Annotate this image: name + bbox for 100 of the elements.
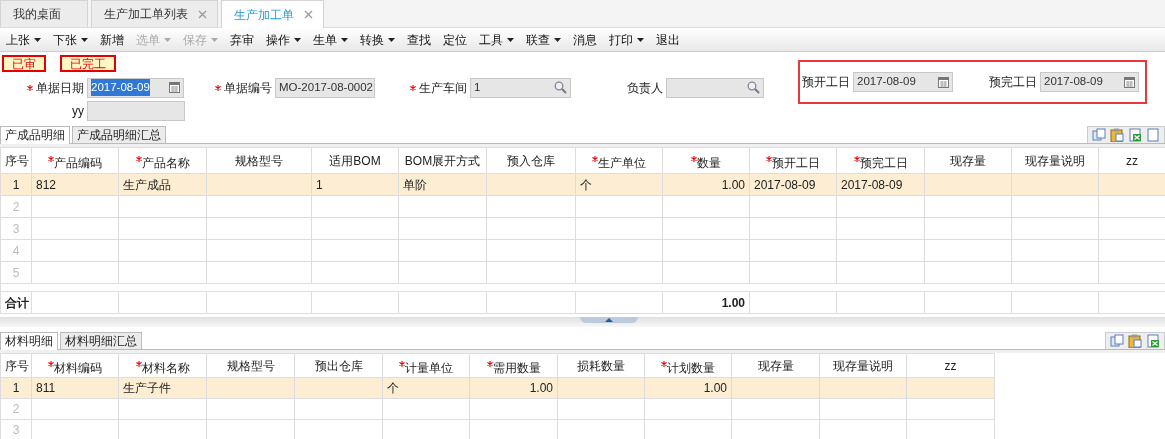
column-header: 预入仓库 — [507, 152, 555, 170]
row-number: 1 — [0, 173, 32, 196]
column-header: 现存量 — [757, 357, 794, 375]
total-label: 合计 — [0, 291, 32, 314]
search-icon — [747, 81, 760, 94]
caret-icon — [637, 37, 644, 42]
field-label: yy — [72, 102, 84, 120]
lookup-field[interactable] — [666, 77, 764, 98]
date-field[interactable]: 2017-08-09 — [87, 77, 184, 98]
field-label: 预开工日 — [802, 74, 850, 91]
close-icon — [304, 10, 313, 19]
row-number: 2 — [0, 398, 32, 420]
caret-icon — [388, 37, 395, 42]
caret-icon — [164, 37, 171, 42]
page-tab[interactable]: 生产加工单列表 — [91, 0, 218, 27]
copy-icon — [1110, 334, 1124, 348]
lookup-field[interactable]: 1 — [470, 77, 571, 98]
column-header: 产品名称 — [141, 155, 190, 172]
column-header: 规格型号 — [235, 152, 283, 170]
toolbar-button[interactable]: 上张 — [0, 33, 47, 46]
document-icon — [1146, 128, 1160, 142]
row-number: 1 — [0, 377, 32, 399]
status-tag: 已完工 — [60, 55, 116, 72]
up-arrow-icon — [605, 318, 613, 322]
column-header: 适用BOM — [329, 152, 381, 170]
toolbar-button[interactable]: 打印 — [603, 33, 650, 46]
clipboard-icon — [1110, 128, 1124, 142]
column-header: 规格型号 — [226, 357, 275, 375]
required-icon — [135, 361, 142, 367]
caret-icon — [341, 37, 348, 42]
required-icon — [27, 84, 33, 91]
calendar-icon — [938, 76, 949, 88]
required-icon — [766, 156, 772, 162]
toolbar-button[interactable]: 联查 — [520, 33, 567, 46]
field-label: 生产车间 — [419, 79, 467, 97]
column-header: 计量单位 — [405, 360, 453, 377]
row-number: 5 — [0, 261, 32, 284]
grid-tab[interactable]: 材料明细汇总 — [60, 332, 142, 349]
close-icon — [198, 9, 207, 19]
row-number: 3 — [0, 217, 32, 240]
date-field[interactable]: 2017-08-09 — [853, 72, 953, 92]
toolbar-button[interactable]: 新增 — [94, 33, 130, 46]
field-label: 预完工日 — [989, 74, 1037, 91]
spreadsheet-icon — [1128, 128, 1142, 142]
column-header: 生产单位 — [598, 155, 646, 172]
required-icon — [853, 156, 860, 162]
date-field[interactable]: 2017-08-09 — [1040, 72, 1139, 92]
required-icon — [48, 361, 54, 367]
toolbar-button[interactable]: 下张 — [47, 33, 94, 46]
text-field[interactable]: MO-2017-08-0002 — [275, 77, 375, 98]
required-icon — [410, 84, 416, 91]
column-header: 现存量说明 — [833, 357, 893, 375]
column-header: 数量 — [697, 155, 721, 172]
spreadsheet-icon — [1146, 334, 1160, 348]
column-header: 产品编码 — [54, 155, 102, 172]
column-header: 现存量说明 — [1025, 152, 1085, 170]
splitter-handle[interactable] — [580, 317, 638, 323]
column-header: zz — [1126, 152, 1138, 170]
status-tag: 已审 — [2, 55, 46, 72]
clipboard-icon — [1128, 334, 1142, 348]
required-icon — [135, 156, 142, 162]
toolbar-button[interactable]: 查找 — [401, 33, 437, 46]
calendar-icon — [1124, 76, 1135, 88]
text-field[interactable] — [87, 100, 185, 121]
column-header: 材料编码 — [54, 360, 102, 377]
caret-icon — [34, 37, 41, 42]
column-header: 计划数量 — [667, 360, 715, 377]
grid-tab[interactable]: 产成品明细汇总 — [72, 126, 166, 143]
page-tab[interactable]: 我的桌面 — [0, 0, 88, 27]
row-number: 4 — [0, 239, 32, 262]
caret-icon — [294, 37, 301, 42]
required-icon — [48, 156, 54, 162]
toolbar-button[interactable]: 工具 — [473, 33, 520, 46]
caret-icon — [554, 37, 561, 42]
column-header: zz — [944, 357, 957, 375]
toolbar-button[interactable]: 生单 — [307, 33, 354, 46]
toolbar-button[interactable]: 定位 — [437, 33, 473, 46]
column-header: 材料名称 — [141, 360, 190, 377]
toolbar-button[interactable]: 弃审 — [224, 33, 260, 46]
column-header: 需用数量 — [492, 360, 541, 377]
toolbar-button[interactable]: 消息 — [567, 33, 603, 46]
column-header: 预开工日 — [772, 155, 820, 172]
column-header: 序号 — [5, 152, 29, 170]
field-label: 单据日期 — [36, 79, 84, 97]
column-header: 现存量 — [950, 152, 986, 170]
calendar-icon — [169, 82, 180, 93]
row-number: 2 — [0, 195, 32, 218]
toolbar-button[interactable]: 操作 — [260, 33, 307, 46]
column-header: BOM展开方式 — [404, 152, 481, 170]
caret-icon — [507, 37, 514, 42]
total-cell: 1.00 — [662, 291, 750, 314]
required-icon — [661, 361, 667, 367]
toolbar-button[interactable]: 退出 — [650, 33, 686, 46]
column-header: 序号 — [5, 357, 29, 375]
grid-tab[interactable]: 材料明细 — [0, 332, 58, 350]
required-icon — [399, 361, 405, 367]
field-label: 负责人 — [627, 79, 663, 97]
copy-icon — [1092, 128, 1106, 142]
toolbar-button[interactable]: 转换 — [354, 33, 401, 46]
grid-tab[interactable]: 产成品明细 — [0, 126, 70, 144]
